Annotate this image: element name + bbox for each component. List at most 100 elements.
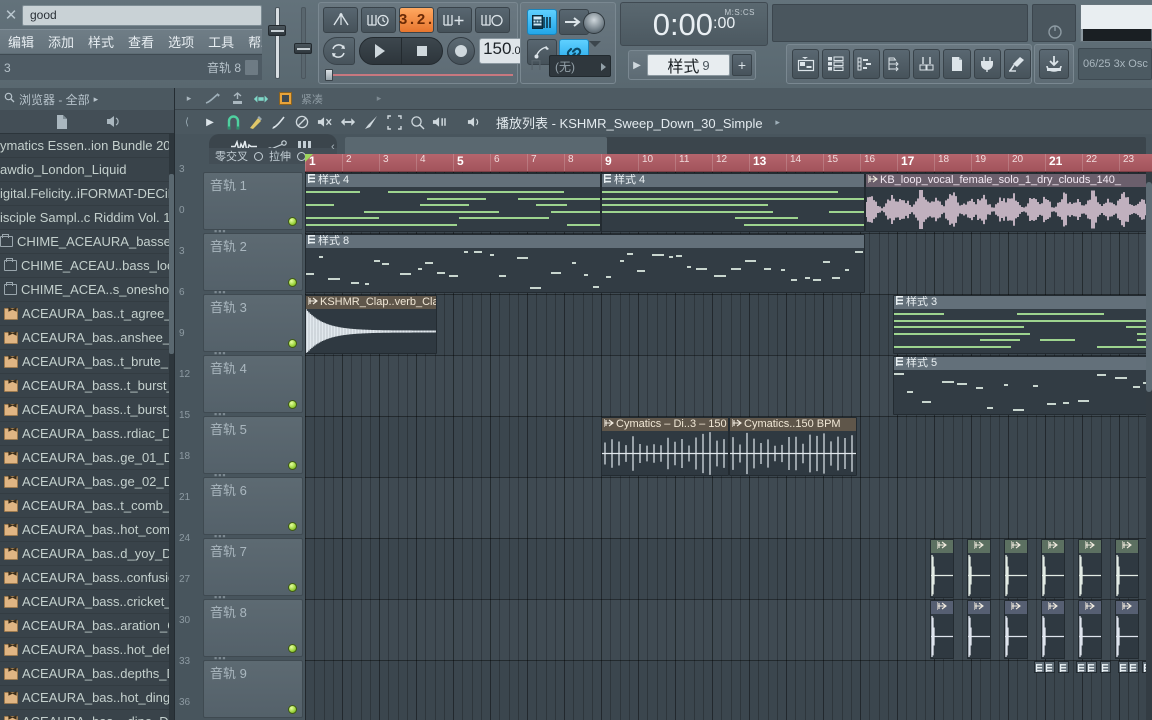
new-file-icon[interactable] bbox=[53, 114, 69, 130]
track-enable-led[interactable] bbox=[288, 217, 297, 226]
zoom-icon[interactable] bbox=[409, 114, 425, 130]
browser-item[interactable]: ACEAURA_bas..d_yoy_D#min bbox=[0, 542, 174, 566]
audio-clip[interactable] bbox=[1004, 600, 1028, 659]
track-resize-handle[interactable]: ▪▪▪ bbox=[214, 409, 227, 419]
browser-item[interactable]: ACEAURA_bass..t_burst_01_F bbox=[0, 374, 174, 398]
timeline-ruler[interactable]: 123456789101112131415161718192021222324 bbox=[305, 154, 1152, 172]
plugin-picker-button[interactable] bbox=[973, 49, 1001, 79]
browser-item[interactable]: ACEAURA_bas..hot_dingus_F bbox=[0, 686, 174, 710]
snap-select[interactable]: (无) bbox=[549, 55, 611, 77]
track-enable-led[interactable] bbox=[288, 644, 297, 653]
playlist-vertical-scrollbar[interactable] bbox=[1146, 172, 1152, 720]
audio-clip[interactable]: Cymatics..150 BPM bbox=[729, 417, 857, 476]
chevron-right-icon[interactable]: ▸ bbox=[770, 114, 786, 130]
pattern-clip[interactable]: 样式 4 bbox=[601, 173, 865, 232]
song-info-button[interactable] bbox=[1003, 49, 1031, 79]
track-header[interactable]: 音轨 1 bbox=[203, 172, 303, 230]
menu-item-pattern[interactable]: 样式 bbox=[82, 30, 120, 53]
browser-item[interactable]: ACEAURA_bas..depths_Dmin bbox=[0, 662, 174, 686]
time-display[interactable]: 0:00:00 M:S:CS bbox=[620, 2, 768, 46]
playlist-grid[interactable]: 样式 4 样式 4 KB_loop_vocal_female_solo_1_dry_… bbox=[305, 172, 1152, 720]
chevron-right-icon[interactable]: ▸ bbox=[371, 91, 387, 107]
audio-clip[interactable] bbox=[930, 600, 954, 659]
chevron-right-icon[interactable]: ▸ bbox=[94, 94, 99, 105]
track-enable-led[interactable] bbox=[288, 400, 297, 409]
browser-item[interactable]: ACEAURA_bas..t_brute_Fmin bbox=[0, 350, 174, 374]
browser-header[interactable]: 浏览器 - 全部 ▸ bbox=[0, 88, 174, 110]
browser-item[interactable]: ACEAURA_bass..confusion_D bbox=[0, 566, 174, 590]
audio-clip[interactable]: KSHMR_Clap..verb_Clap bbox=[305, 295, 437, 354]
overdub-button[interactable] bbox=[437, 7, 472, 33]
export-download-button[interactable] bbox=[1039, 49, 1069, 79]
detached-icon[interactable] bbox=[467, 114, 483, 130]
track-resize-handle[interactable]: ▪▪▪ bbox=[214, 348, 227, 358]
magnet-snap-icon[interactable] bbox=[225, 114, 241, 130]
pattern-clip[interactable] bbox=[1044, 661, 1055, 673]
browser-item[interactable]: ymatics Essen..ion Bundle 2017 bbox=[0, 134, 174, 158]
browser-item[interactable]: ACEAURA_bas.._dino_D#min bbox=[0, 710, 174, 720]
track-enable-led[interactable] bbox=[288, 278, 297, 287]
pattern-clip[interactable]: 样式 4 bbox=[305, 173, 601, 232]
preview-speaker-icon[interactable] bbox=[105, 114, 121, 130]
project-notes-button[interactable] bbox=[943, 49, 971, 79]
menu-item-edit[interactable]: 编辑 bbox=[2, 30, 40, 53]
audio-clip[interactable]: KB_loop_vocal_female_solo_1_dry_clouds_1… bbox=[865, 173, 1152, 232]
search-icon[interactable] bbox=[4, 92, 15, 106]
audio-clip[interactable] bbox=[967, 539, 991, 598]
browser-item[interactable]: CHIME_ACEAURA_basses bbox=[0, 230, 174, 254]
track-enable-led[interactable] bbox=[288, 461, 297, 470]
record-button[interactable] bbox=[447, 37, 475, 65]
browser-item[interactable]: ACEAURA_bas..hot_comb_up bbox=[0, 518, 174, 542]
paint-icon[interactable] bbox=[271, 114, 287, 130]
track-resize-handle[interactable]: ▪▪▪ bbox=[214, 653, 227, 663]
browser-item[interactable]: ACEAURA_bas..aration_Gmin bbox=[0, 614, 174, 638]
playlist-button[interactable] bbox=[792, 49, 820, 79]
mixer-button[interactable] bbox=[913, 49, 941, 79]
browser-item[interactable]: isciple Sampl..c Riddim Vol. 1 bbox=[0, 206, 174, 230]
pattern-clip[interactable] bbox=[1100, 661, 1111, 673]
scroll-left-arrow-icon[interactable]: ‹ bbox=[331, 141, 335, 153]
magic-wand-icon[interactable] bbox=[205, 91, 221, 107]
master-pitch-slider[interactable] bbox=[294, 7, 312, 79]
draw-icon[interactable] bbox=[248, 114, 264, 130]
browser-item[interactable]: CHIME_ACEA..s_oneshots bbox=[0, 278, 174, 302]
audio-clip[interactable] bbox=[1041, 600, 1065, 659]
track-enable-led[interactable] bbox=[288, 339, 297, 348]
browser-item[interactable]: ACEAURA_bass..cricket_Fmin bbox=[0, 590, 174, 614]
hint-value[interactable]: good bbox=[22, 4, 262, 26]
typing-keyboard-button[interactable] bbox=[527, 9, 557, 35]
track-resize-handle[interactable]: ▪▪▪ bbox=[214, 287, 227, 297]
mute-icon[interactable] bbox=[317, 114, 333, 130]
browser-item[interactable]: awdio_London_Liquid bbox=[0, 158, 174, 182]
step-sequencer-button[interactable] bbox=[822, 49, 850, 79]
play-button[interactable] bbox=[360, 38, 401, 64]
count-in-button[interactable]: 3.2. bbox=[399, 7, 435, 33]
browser-item[interactable]: igital.Felicity..iFORMAT-DECiBEL bbox=[0, 182, 174, 206]
track-header[interactable]: ▪▪▪ 音轨 3 bbox=[203, 287, 303, 352]
track-header[interactable]: ▪▪▪ 音轨 2 bbox=[203, 226, 303, 291]
pitch-knob[interactable] bbox=[294, 43, 312, 54]
stop-button[interactable] bbox=[400, 38, 443, 64]
track-header[interactable]: ▪▪▪ 音轨 9 bbox=[203, 653, 303, 718]
slice-icon[interactable] bbox=[363, 114, 379, 130]
master-pitch-knob[interactable] bbox=[579, 9, 609, 37]
playlist-menu-arrow-icon[interactable]: ▶ bbox=[202, 114, 218, 130]
pattern-clip[interactable]: 样式 8 bbox=[305, 234, 865, 293]
audio-clip[interactable] bbox=[1078, 539, 1102, 598]
browser-item[interactable]: ACEAURA_bass..hot_defect_C bbox=[0, 638, 174, 662]
stamp-icon[interactable] bbox=[229, 91, 245, 107]
track-header[interactable]: ▪▪▪ 音轨 8 bbox=[203, 592, 303, 657]
menu-icon[interactable]: ⟨ bbox=[179, 114, 195, 130]
audio-clip[interactable] bbox=[1115, 539, 1139, 598]
menu-item-add[interactable]: 添加 bbox=[42, 30, 80, 53]
track-resize-handle[interactable]: ▪▪▪ bbox=[214, 592, 227, 602]
browser-item[interactable]: ACEAURA_bass..rdiac_D#min bbox=[0, 422, 174, 446]
menu-arrow-icon[interactable]: ▸ bbox=[181, 91, 197, 107]
track-header[interactable]: ▪▪▪ 音轨 6 bbox=[203, 470, 303, 535]
close-icon[interactable]: ✕ bbox=[0, 6, 22, 24]
add-pattern-button[interactable]: + bbox=[732, 54, 752, 76]
delete-icon[interactable] bbox=[294, 114, 310, 130]
audio-clip[interactable] bbox=[930, 539, 954, 598]
track-header[interactable]: ▪▪▪ 音轨 4 bbox=[203, 348, 303, 413]
menu-item-tools[interactable]: 工具 bbox=[202, 30, 240, 53]
